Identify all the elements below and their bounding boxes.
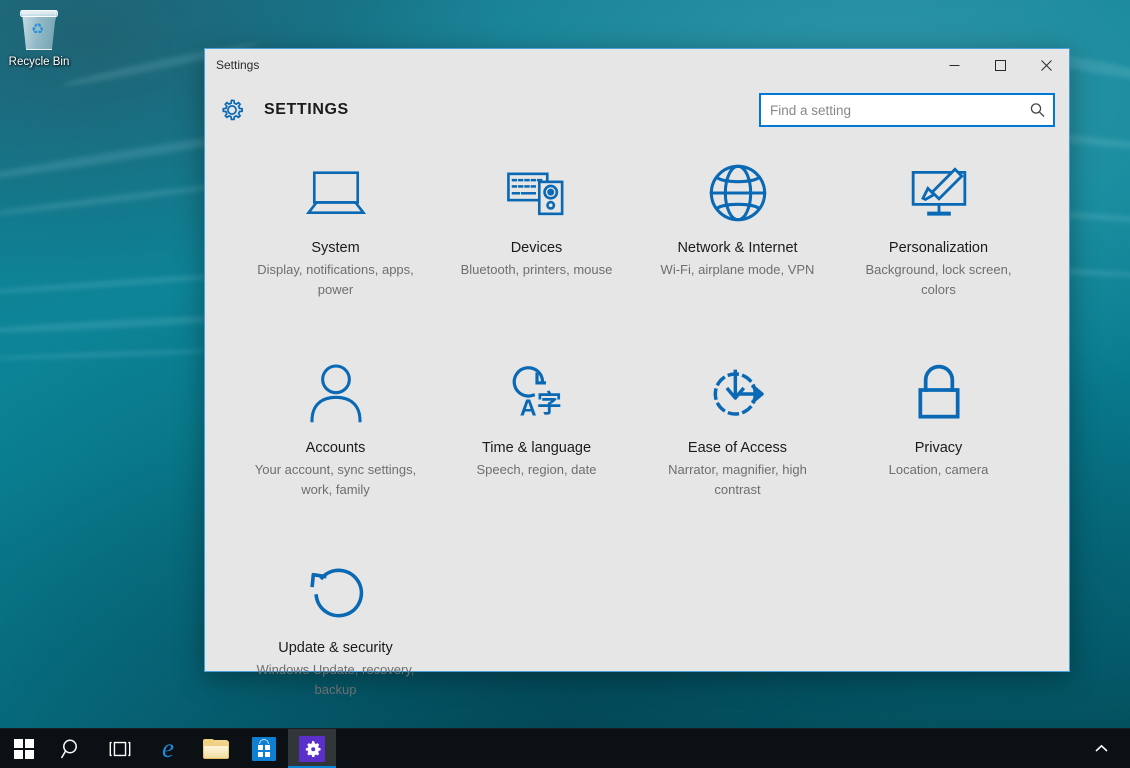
tile-title: System xyxy=(311,240,360,256)
tile-description: Windows Update, recovery, backup xyxy=(256,662,415,697)
store-icon xyxy=(252,736,276,761)
tile-description: Bluetooth, printers, mouse xyxy=(460,262,613,277)
tile-description: Background, lock screen, colors xyxy=(865,262,1012,297)
taskbar-settings-button[interactable] xyxy=(288,728,336,768)
tile-description: Wi-Fi, airplane mode, VPN xyxy=(660,262,815,277)
accessibility-circle-arrows-icon xyxy=(706,361,770,425)
window-titlebar[interactable]: Settings xyxy=(205,49,1069,81)
tile-title: Accounts xyxy=(305,440,366,456)
settings-tile-privacy[interactable]: Privacy Location, camera xyxy=(838,349,1039,549)
tile-description: Your account, sync settings, work, famil… xyxy=(254,462,417,497)
tile-title: Network & Internet xyxy=(677,240,798,256)
wallpaper-ripple xyxy=(0,347,221,362)
settings-header: SETTINGS xyxy=(205,81,1069,139)
edge-icon: e xyxy=(162,733,174,763)
close-button[interactable] xyxy=(1023,49,1069,81)
taskbar-start-button[interactable] xyxy=(0,729,48,768)
settings-tile-update-security[interactable]: Update & security Windows Update, recove… xyxy=(235,549,436,749)
keyboard-device-icon xyxy=(505,161,569,225)
minimize-icon xyxy=(949,64,959,66)
desktop-icon-label: Recycle Bin xyxy=(8,56,70,68)
svg-text:字: 字 xyxy=(537,388,562,417)
globe-icon xyxy=(706,161,770,225)
padlock-icon xyxy=(907,361,971,425)
person-icon xyxy=(304,361,368,425)
desktop[interactable]: ♻ Recycle Bin Settings SETTINGS Find a s… xyxy=(0,0,1130,768)
refresh-circle-icon xyxy=(304,561,368,625)
settings-window[interactable]: Settings SETTINGS Find a setting System … xyxy=(204,48,1070,697)
windows-logo-icon xyxy=(14,738,34,759)
tile-description: Narrator, magnifier, high contrast xyxy=(668,462,807,497)
page-title: SETTINGS xyxy=(264,101,349,118)
tile-title: Update & security xyxy=(278,640,393,656)
search-box[interactable] xyxy=(759,93,1055,127)
recycle-bin-icon: ♻ xyxy=(18,8,60,52)
monitor-paintbrush-icon xyxy=(907,161,971,225)
maximize-button[interactable] xyxy=(977,49,1023,81)
desktop-icon-recycle-bin[interactable]: ♻ Recycle Bin xyxy=(6,6,72,69)
tile-description: Location, camera xyxy=(888,462,989,477)
gear-icon xyxy=(299,735,325,762)
settings-tile-devices[interactable]: Devices Bluetooth, printers, mouse xyxy=(436,149,637,349)
task-view-icon xyxy=(109,741,131,756)
close-icon xyxy=(1040,59,1052,71)
search-icon[interactable] xyxy=(1030,103,1045,118)
taskbar-store-button[interactable] xyxy=(240,729,288,768)
search-icon xyxy=(60,739,77,758)
laptop-icon xyxy=(304,161,368,225)
tile-title: Time & language xyxy=(481,440,592,456)
chevron-up-icon[interactable] xyxy=(1086,729,1116,768)
folder-icon xyxy=(203,738,229,759)
tile-title: Ease of Access xyxy=(687,440,788,456)
taskbar-file-explorer-button[interactable] xyxy=(192,729,240,768)
taskbar-edge-button[interactable]: e xyxy=(144,729,192,768)
settings-tile-time-language[interactable]: A 字 Time & language Speech, region, date xyxy=(436,349,637,549)
settings-category-grid: System Display, notifications, apps, pow… xyxy=(205,139,1069,749)
svg-text:A: A xyxy=(519,394,536,420)
tile-title: Privacy xyxy=(914,440,963,456)
settings-tile-personalization[interactable]: Personalization Background, lock screen,… xyxy=(838,149,1039,349)
settings-tile-system[interactable]: System Display, notifications, apps, pow… xyxy=(235,149,436,349)
tile-title: Devices xyxy=(510,240,563,256)
tile-title: Personalization xyxy=(888,240,989,256)
system-tray xyxy=(1086,729,1130,768)
window-title: Settings xyxy=(216,58,260,72)
settings-tile-network-internet[interactable]: Network & Internet Wi-Fi, airplane mode,… xyxy=(637,149,838,349)
search-input[interactable] xyxy=(761,95,1053,125)
gear-icon xyxy=(218,96,246,124)
window-controls xyxy=(931,49,1069,81)
tile-description: Speech, region, date xyxy=(476,462,597,477)
taskbar-search-button[interactable] xyxy=(48,729,96,768)
taskbar[interactable]: e xyxy=(0,728,1130,768)
taskbar-task-view-button[interactable] xyxy=(96,729,144,768)
clock-language-icon: A 字 xyxy=(505,361,569,425)
settings-tile-accounts[interactable]: Accounts Your account, sync settings, wo… xyxy=(235,349,436,549)
minimize-button[interactable] xyxy=(931,49,977,81)
maximize-icon xyxy=(994,59,1006,71)
settings-tile-ease-of-access[interactable]: Ease of Access Narrator, magnifier, high… xyxy=(637,349,838,549)
tile-description: Display, notifications, apps, power xyxy=(257,262,414,297)
